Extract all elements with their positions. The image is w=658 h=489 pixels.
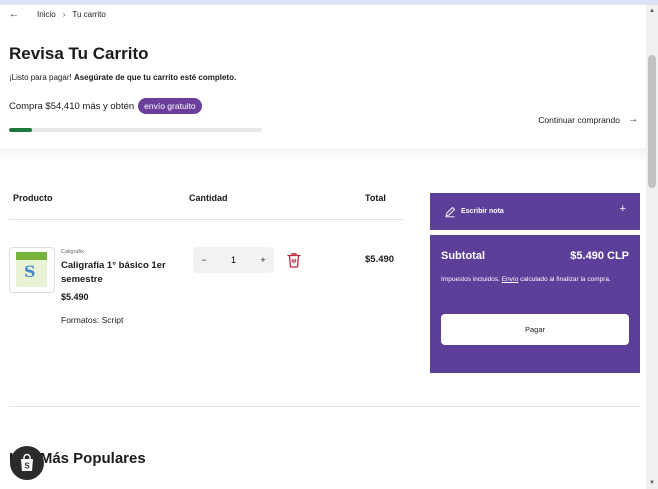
subtotal-label: Subtotal: [441, 250, 485, 262]
taxes-text-end: calculado al finalizar la compra.: [520, 276, 611, 283]
scroll-up-icon[interactable]: ▲: [649, 8, 655, 14]
arrow-right-icon: →: [628, 114, 638, 125]
product-unit-price: $5.490: [61, 292, 89, 302]
ready-emphasis: Asegúrate de que tu carrito esté complet…: [73, 73, 237, 82]
quantity-increase-button[interactable]: +: [252, 255, 274, 265]
pencil-icon: [445, 206, 455, 217]
continue-shopping-link[interactable]: Continuar comprando →: [538, 114, 638, 125]
thumbnail-glyph: S: [24, 262, 36, 281]
ready-message: ¡Listo para pagar! Asegúrate de que tu c…: [9, 73, 236, 82]
product-thumbnail[interactable]: S: [9, 247, 55, 293]
line-item-total: $5.490: [365, 254, 395, 265]
scrollbar-thumb[interactable]: [648, 55, 656, 188]
arrow-left-icon[interactable]: ←: [9, 9, 19, 20]
product-name-link[interactable]: Caligrafía 1° básico 1er semestre: [61, 259, 181, 287]
breadcrumb-separator: ›: [62, 10, 66, 19]
page-scrollbar[interactable]: ▲ ▼: [646, 5, 658, 489]
header-shadow: [0, 148, 646, 162]
ready-prefix: ¡Listo para pagar!: [9, 73, 72, 82]
product-format: Formatos: Script: [61, 315, 123, 325]
column-header-total: Total: [365, 193, 386, 203]
column-header-product: Producto: [13, 193, 53, 203]
shopify-bag-glyph: S: [21, 453, 33, 471]
breadcrumb-current: Tu carrito: [72, 10, 106, 19]
write-note-button[interactable]: Escribir nota +: [430, 193, 640, 230]
write-note-label: Escribir nota: [461, 208, 504, 215]
top-strip: [0, 0, 658, 5]
column-header-quantity: Cantidad: [189, 193, 228, 203]
free-shipping-badge: envío gratuito: [138, 98, 202, 114]
subtotal-amount: $5.490 CLP: [570, 250, 629, 262]
scroll-down-icon[interactable]: ▼: [649, 480, 655, 486]
shopify-bag-icon[interactable]: S: [10, 446, 44, 480]
free-shipping-progress: [9, 128, 262, 132]
page-title: Revisa Tu Carrito: [9, 44, 149, 63]
thumbnail-band: [16, 252, 47, 260]
order-summary: Subtotal $5.490 CLP Impuestos incluidos.…: [430, 235, 640, 373]
free-shipping-text: Compra $54,410 más y obtén: [9, 100, 135, 112]
checkout-button[interactable]: Pagar: [441, 314, 629, 345]
plus-icon: +: [619, 203, 626, 215]
cart-bottom-divider: [9, 406, 640, 407]
quantity-decrease-button[interactable]: −: [193, 255, 215, 265]
continue-shopping-label: Continuar comprando: [538, 114, 620, 125]
taxes-text: Impuestos incluidos.: [441, 276, 500, 283]
free-shipping-message: Compra $54,410 más y obtén envío gratuit…: [9, 98, 202, 114]
breadcrumb: ← Inicio › Tu carrito: [9, 9, 106, 20]
quantity-input[interactable]: [216, 254, 251, 266]
taxes-note: Impuestos incluidos. Envío calculado al …: [441, 271, 629, 288]
breadcrumb-home[interactable]: Inicio: [37, 10, 56, 19]
svg-text:S: S: [24, 462, 30, 471]
quantity-stepper: − +: [193, 247, 274, 273]
format-value: Script: [101, 315, 124, 325]
header-divider: [9, 219, 403, 220]
product-vendor: Caligrafix: [61, 249, 84, 255]
trash-icon[interactable]: [287, 252, 301, 268]
shipping-policy-link[interactable]: Envío: [502, 276, 519, 283]
progress-fill: [9, 128, 32, 132]
format-label: Formatos:: [61, 315, 100, 325]
